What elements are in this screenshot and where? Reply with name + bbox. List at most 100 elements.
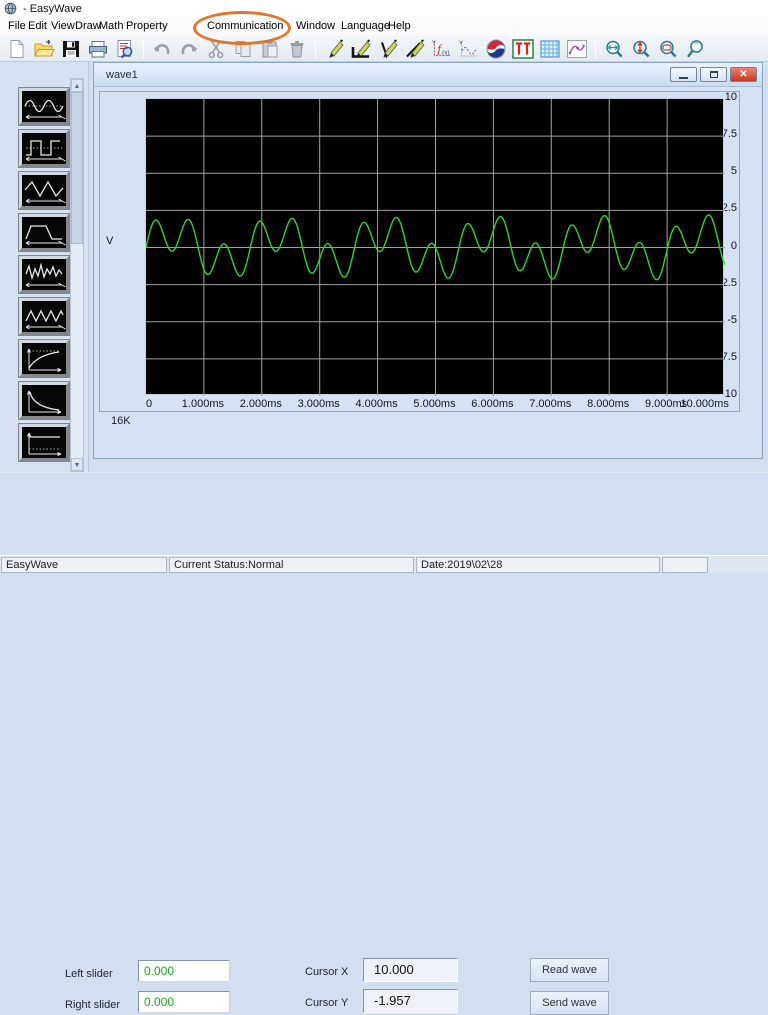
menu-file[interactable]: File (6, 19, 28, 34)
zoom-reset-icon[interactable] (683, 38, 707, 60)
x-tick-label: 10.000ms (681, 398, 729, 410)
print-icon[interactable] (86, 38, 110, 60)
cursor-x-value: 10.000 (363, 958, 458, 982)
wave-preview-icon[interactable] (484, 38, 508, 60)
draw-pencil-icon[interactable] (322, 38, 346, 60)
right-slider-input[interactable] (138, 991, 230, 1013)
x-tick-label: 8.000ms (587, 398, 629, 410)
x-tick-label: 6.000ms (471, 398, 513, 410)
status-date: Date:2019\02\28 (416, 557, 660, 573)
y-axis-unit: V (106, 235, 113, 247)
waveform-canvas (146, 99, 725, 396)
svg-text:Y: Y (432, 41, 436, 47)
menu-bar: File Edit View Draw Math Property Commun… (0, 17, 768, 36)
x-tick-label: 5.000ms (413, 398, 455, 410)
draw-line-icon[interactable] (349, 38, 373, 60)
minimize-icon (679, 77, 688, 79)
status-empty (662, 557, 708, 573)
sample-count-label: 16K (111, 415, 131, 427)
x-tick-label: 3.000ms (298, 398, 340, 410)
maximize-button[interactable] (700, 67, 727, 82)
svg-text:(x): (x) (442, 50, 450, 57)
redo-icon (177, 38, 201, 60)
toolbar-separator (143, 39, 144, 58)
minimize-button[interactable] (670, 67, 697, 82)
chart-panel: V 107.552.50-2.5-5-7.5-10 01.000ms2.000m… (99, 91, 740, 412)
waveform-plot[interactable] (145, 98, 724, 395)
print-preview-icon[interactable] (113, 38, 137, 60)
sawtooth-wave-button[interactable] (19, 298, 69, 335)
x-tick-label: 0 (146, 398, 152, 410)
close-button[interactable]: ✕ (730, 67, 757, 82)
wave1-title-bar[interactable]: wave1 ✕ (94, 63, 762, 87)
delete-icon (285, 38, 309, 60)
svg-text:Y: Y (459, 41, 463, 47)
paste-icon (258, 38, 282, 60)
new-file-icon[interactable] (5, 38, 29, 60)
dotted-wave-icon[interactable]: Y (457, 38, 481, 60)
menu-window[interactable]: Window (294, 19, 337, 34)
draw-vertical-icon[interactable] (376, 38, 400, 60)
equation-icon[interactable]: f(x)Y (430, 38, 454, 60)
bottom-panel: Left slider Right slider Cursor X 10.000… (0, 472, 768, 553)
status-app-name: EasyWave (1, 557, 167, 573)
exp-rise-wave-button[interactable] (19, 340, 69, 377)
toolbar-separator (595, 39, 596, 58)
read-wave-button[interactable]: Read wave (530, 958, 609, 982)
menu-edit[interactable]: Edit (26, 19, 49, 34)
trapezoid-wave-button[interactable] (19, 214, 69, 251)
cursor-y-value: -1.957 (363, 989, 458, 1013)
save-icon[interactable] (59, 38, 83, 60)
title-bar: - EasyWave (0, 0, 768, 17)
status-bar: EasyWave Current Status:Normal Date:2019… (0, 555, 768, 573)
easywave-main-window: - EasyWave File Edit View Draw Math Prop… (0, 0, 768, 573)
scroll-up-icon[interactable]: ▲ (71, 79, 83, 92)
sine-wave-button[interactable] (19, 88, 69, 125)
globe-icon (4, 2, 17, 15)
menu-language[interactable]: Language (339, 19, 392, 34)
menu-help[interactable]: Help (386, 19, 413, 34)
waveform-toolbox: ▲ ▼ (0, 62, 89, 472)
dc-wave-button[interactable] (19, 424, 69, 461)
open-file-icon[interactable] (32, 38, 56, 60)
copy-icon (231, 38, 255, 60)
status-current: Current Status:Normal (169, 557, 414, 573)
menu-math[interactable]: Math (97, 19, 125, 34)
zoom-out-icon[interactable] (656, 38, 680, 60)
wave1-title: wave1 (106, 69, 138, 81)
exp-fall-wave-button[interactable] (19, 382, 69, 419)
draw-slash-icon[interactable] (403, 38, 427, 60)
x-axis-labels: 01.000ms2.000ms3.000ms4.000ms5.000ms6.00… (145, 398, 739, 412)
scroll-down-icon[interactable]: ▼ (71, 458, 83, 471)
toolbox-scrollbar[interactable]: ▲ ▼ (70, 78, 84, 472)
triangle-wave-button[interactable] (19, 172, 69, 209)
cursor-y-label: Cursor Y (305, 997, 348, 1009)
left-slider-input[interactable] (138, 960, 230, 982)
cursor-markers-icon[interactable] (511, 38, 535, 60)
maximize-icon (710, 71, 718, 78)
x-tick-label: 7.000ms (529, 398, 571, 410)
wave1-window: wave1 ✕ V 107.552.50-2.5-5-7.5-10 01.000… (93, 62, 763, 459)
scrollbar-thumb[interactable] (71, 92, 83, 244)
noise-wave-button[interactable] (19, 256, 69, 293)
x-tick-label: 4.000ms (355, 398, 397, 410)
zoom-horizontal-icon[interactable] (602, 38, 626, 60)
x-tick-label: 2.000ms (240, 398, 282, 410)
workspace: ▲ ▼ wave1 ✕ V 107.552.50-2.5-5-7.5-10 (0, 62, 768, 472)
window-title: - EasyWave (23, 3, 82, 15)
menu-communication[interactable]: Communication (205, 19, 285, 34)
point-edit-icon[interactable] (565, 38, 589, 60)
toolbar: f(x)YY (0, 36, 768, 62)
close-icon: ✕ (739, 68, 747, 81)
left-slider-label: Left slider (65, 968, 113, 980)
toolbar-separator (315, 39, 316, 58)
zoom-vertical-icon[interactable] (629, 38, 653, 60)
menu-property[interactable]: Property (124, 19, 170, 34)
right-slider-label: Right slider (65, 999, 120, 1011)
square-wave-button[interactable] (19, 130, 69, 167)
grid-icon[interactable] (538, 38, 562, 60)
undo-icon (150, 38, 174, 60)
send-wave-button[interactable]: Send wave (530, 991, 609, 1015)
cursor-x-label: Cursor X (305, 966, 348, 978)
cut-icon (204, 38, 228, 60)
